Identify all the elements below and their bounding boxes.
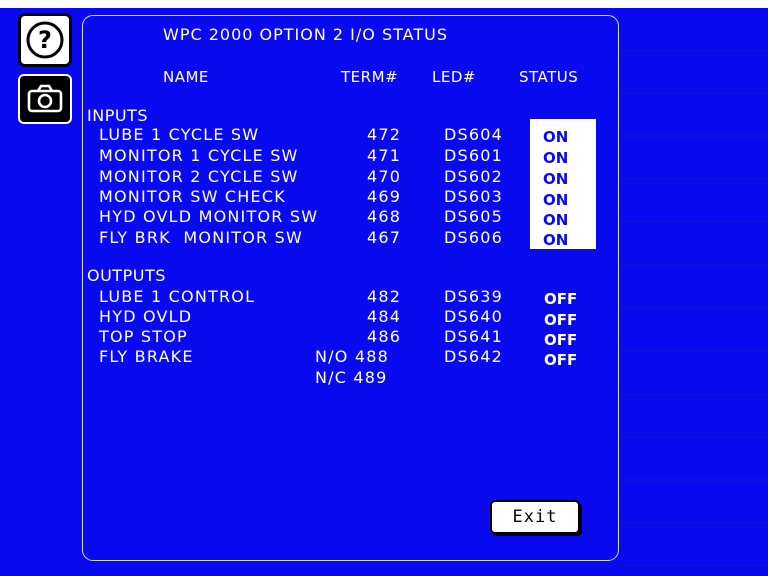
- output-term: 484: [367, 307, 402, 326]
- input-status: ON: [543, 128, 569, 146]
- input-led: DS601: [444, 146, 504, 165]
- input-status: ON: [543, 211, 569, 229]
- input-name: MONITOR 1 CYCLE SW: [99, 146, 299, 165]
- input-term: 468: [367, 207, 402, 226]
- output-term: 486: [367, 327, 402, 346]
- input-name: MONITOR SW CHECK: [99, 187, 286, 206]
- help-icon: ?: [26, 21, 64, 59]
- input-name: MONITOR 2 CYCLE SW: [99, 167, 299, 186]
- output-name: TOP STOP: [99, 327, 188, 346]
- input-status: ON: [543, 191, 569, 209]
- output-name: LUBE 1 CONTROL: [99, 287, 256, 306]
- output-name: FLY BRAKE: [99, 347, 194, 366]
- output-led: DS640: [444, 307, 504, 326]
- input-status: ON: [543, 231, 569, 249]
- page-title: WPC 2000 OPTION 2 I/O STATUS: [163, 25, 448, 44]
- right-stripe-area: [620, 8, 768, 576]
- camera-button[interactable]: [18, 74, 72, 124]
- input-term: 470: [367, 167, 402, 186]
- input-led: DS603: [444, 187, 504, 206]
- input-term: 472: [367, 125, 402, 144]
- camera-icon: [27, 84, 63, 113]
- svg-text:?: ?: [38, 26, 52, 54]
- input-name: FLY BRK MONITOR SW: [99, 228, 304, 247]
- input-led: DS604: [444, 125, 504, 144]
- output-led: DS641: [444, 327, 504, 346]
- outputs-section-label: OUTPUTS: [87, 266, 166, 285]
- output-term-nc: N/C 489: [315, 368, 388, 387]
- input-name: HYD OVLD MONITOR SW: [99, 207, 319, 226]
- exit-button[interactable]: Exit: [490, 500, 580, 534]
- input-term: 471: [367, 146, 402, 165]
- header-status: STATUS: [519, 68, 579, 86]
- output-led: DS639: [444, 287, 504, 306]
- output-led: DS642: [444, 347, 504, 366]
- output-status: OFF: [544, 351, 578, 369]
- input-status: ON: [543, 170, 569, 188]
- output-name: HYD OVLD: [99, 307, 193, 326]
- help-button[interactable]: ?: [18, 13, 72, 67]
- header-led: LED#: [432, 68, 476, 86]
- input-term: 469: [367, 187, 402, 206]
- output-term: N/O 488: [315, 347, 389, 366]
- output-term: 482: [367, 287, 402, 306]
- header-name: NAME: [163, 68, 209, 86]
- input-name: LUBE 1 CYCLE SW: [99, 125, 260, 144]
- output-status: OFF: [544, 311, 578, 329]
- inputs-section-label: INPUTS: [87, 106, 148, 125]
- input-led: DS602: [444, 167, 504, 186]
- input-led: DS605: [444, 207, 504, 226]
- input-term: 467: [367, 228, 402, 247]
- input-led: DS606: [444, 228, 504, 247]
- header-term: TERM#: [341, 68, 399, 86]
- output-status: OFF: [544, 290, 578, 308]
- input-status: ON: [543, 149, 569, 167]
- output-status: OFF: [544, 331, 578, 349]
